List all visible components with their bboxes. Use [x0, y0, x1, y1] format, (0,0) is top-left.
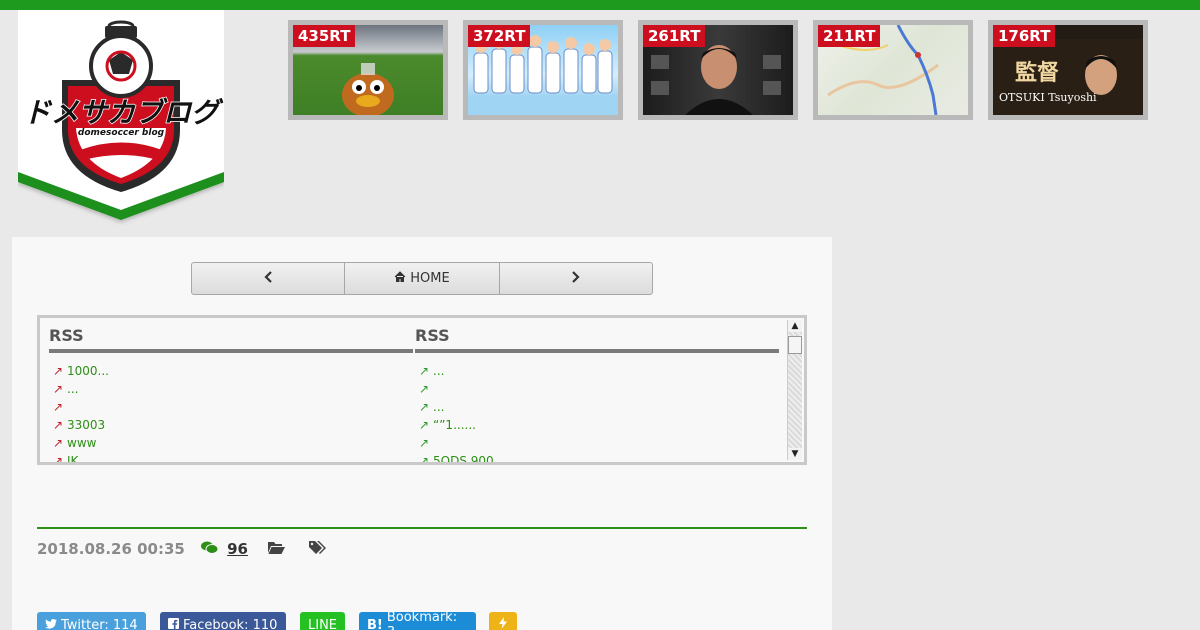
svg-text:domesoccer blog: domesoccer blog — [78, 128, 165, 138]
scroll-down-arrow-icon[interactable]: ▼ — [788, 448, 802, 460]
external-link-icon: ↗ — [419, 364, 430, 378]
tags-link[interactable] — [308, 540, 327, 558]
twitter-share-button[interactable]: Twitter: 114 — [37, 612, 146, 630]
billboard-text: OTSUKI Tsuyoshi — [999, 91, 1097, 104]
svg-text:ドメサカブログ: ドメサカブログ — [23, 96, 224, 129]
anime-idols-photo: 372RT — [468, 25, 618, 115]
logo-emblem: ドメサカブログ domesoccer blog — [18, 10, 224, 220]
bookmark-share-label: Bookmark: 3 — [386, 610, 458, 630]
external-link-icon: ↗ — [53, 364, 64, 378]
rt-count: 211RT — [818, 25, 881, 47]
rss-column-2: RSS ↗... ↗ ↗... ↗ “”1...... ↗ ↗ 5ODS 900 — [415, 326, 779, 465]
ranking-thumb-4[interactable]: 211RT — [813, 20, 973, 120]
site-logo[interactable]: ドメサカブログ domesoccer blog — [18, 10, 224, 234]
post-navigation: HOME — [191, 262, 653, 295]
external-link-icon: ↗ — [53, 436, 64, 450]
ranking-thumb-1[interactable]: 435RT — [288, 20, 448, 120]
prev-post-button[interactable] — [192, 263, 345, 294]
mascot-on-pitch-photo: 435RT — [293, 25, 443, 115]
map-photo: 211RT — [818, 25, 968, 115]
rss-widget[interactable]: RSS ↗ 1000... ↗... ↗ ↗ 33003 ↗ www ↗ IK RSS … — [37, 315, 807, 465]
category-link[interactable] — [267, 540, 285, 558]
scroll-up-arrow-icon[interactable]: ▲ — [788, 320, 802, 332]
scroll-thumb[interactable] — [788, 336, 802, 354]
external-link-icon: ↗ — [53, 400, 64, 414]
comments-link[interactable]: 96 — [200, 540, 248, 558]
ranking-thumb-5[interactable]: 監督 OTSUKI Tsuyoshi 176RT — [988, 20, 1148, 120]
rss-column-1: RSS ↗ 1000... ↗... ↗ ↗ 33003 ↗ www ↗ IK — [49, 326, 413, 465]
billboard-kanji: 監督 — [1015, 60, 1060, 86]
rss-link[interactable]: ↗... — [415, 398, 779, 416]
facebook-icon — [168, 617, 179, 630]
top-accent-bar — [0, 0, 1200, 10]
external-link-icon: ↗ — [419, 436, 430, 450]
external-link-icon: ↗ — [419, 382, 430, 396]
post-date: 2018.08.26 00:35 — [37, 540, 185, 558]
line-share-label: LINE — [308, 617, 338, 630]
home-label: HOME — [410, 271, 450, 286]
rss-link[interactable]: ↗ 5ODS 900 — [415, 452, 779, 465]
pocket-share-button[interactable] — [489, 612, 517, 630]
post-meta: 2018.08.26 00:35 96 — [37, 540, 327, 558]
rss-link[interactable]: ↗... — [415, 362, 779, 380]
external-link-icon: ↗ — [53, 454, 64, 465]
home-button[interactable]: HOME — [345, 263, 501, 294]
rss-link[interactable]: ↗ “”1...... — [415, 416, 779, 434]
chevron-right-icon — [571, 270, 581, 287]
facebook-share-button[interactable]: Facebook: 110 — [160, 612, 286, 630]
folder-open-icon — [267, 540, 285, 558]
coach-press-conference-photo: 261RT — [643, 25, 793, 115]
external-link-icon: ↗ — [419, 400, 430, 414]
hatena-bookmark-icon: B! — [367, 617, 383, 630]
comments-icon — [200, 540, 223, 558]
comment-count: 96 — [227, 540, 248, 558]
billboard-photo: 監督 OTSUKI Tsuyoshi 176RT — [993, 25, 1143, 115]
rt-count: 435RT — [293, 25, 356, 47]
post-divider — [37, 527, 807, 529]
rss-link[interactable]: ↗ — [49, 398, 413, 416]
rt-count: 261RT — [643, 25, 706, 47]
rss-link[interactable]: ↗ IK — [49, 452, 413, 465]
rss-list: ↗... ↗ ↗... ↗ “”1...... ↗ ↗ 5ODS 900 — [415, 362, 779, 465]
rt-count: 176RT — [993, 25, 1056, 47]
external-link-icon: ↗ — [53, 418, 64, 432]
rss-link[interactable]: ↗ www — [49, 434, 413, 452]
rss-heading: RSS — [49, 326, 413, 353]
rss-list: ↗ 1000... ↗... ↗ ↗ 33003 ↗ www ↗ IK — [49, 362, 413, 465]
ranking-thumb-2[interactable]: 372RT — [463, 20, 623, 120]
next-post-button[interactable] — [500, 263, 652, 294]
tags-icon — [308, 540, 327, 558]
rss-link[interactable]: ↗ — [415, 380, 779, 398]
rss-scrollbar[interactable]: ▲ ▼ — [787, 320, 802, 460]
hatena-bookmark-button[interactable]: B! Bookmark: 3 — [359, 610, 476, 630]
main-content: HOME RSS ↗ 1000... ↗... ↗ ↗ 33003 ↗ www ↗ IK… — [12, 237, 832, 630]
twitter-share-label: Twitter: 114 — [61, 617, 138, 630]
external-link-icon: ↗ — [419, 418, 430, 432]
twitter-icon — [45, 618, 57, 630]
ranking-thumb-3[interactable]: 261RT — [638, 20, 798, 120]
rss-heading: RSS — [415, 326, 779, 353]
external-link-icon: ↗ — [53, 382, 64, 396]
line-share-button[interactable]: LINE — [300, 612, 345, 630]
home-icon — [394, 271, 406, 286]
chevron-left-icon — [263, 270, 273, 287]
rss-link[interactable]: ↗ 33003 — [49, 416, 413, 434]
rt-count: 372RT — [468, 25, 531, 47]
rss-link[interactable]: ↗... — [49, 380, 413, 398]
rss-link[interactable]: ↗ 1000... — [49, 362, 413, 380]
facebook-share-label: Facebook: 110 — [183, 617, 278, 630]
external-link-icon: ↗ — [419, 454, 430, 465]
rss-link[interactable]: ↗ — [415, 434, 779, 452]
lightning-icon — [499, 617, 507, 630]
